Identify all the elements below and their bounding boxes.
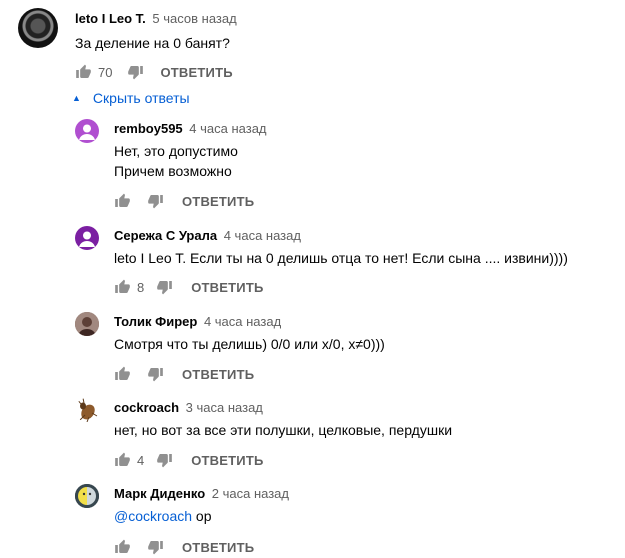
timestamp[interactable]: 4 часа назад [189,121,266,136]
author-name[interactable]: cockroach [114,400,179,415]
comment-text: @cockroach ор [114,506,212,526]
comment-actions: ОТВЕТИТЬ [114,191,254,211]
comment-header: Сережа С Урала 4 часа назад [114,227,301,245]
comment-actions: 70 ОТВЕТИТЬ [75,62,233,82]
thumb-down-icon[interactable] [147,366,164,382]
thumb-up-icon[interactable] [114,366,131,382]
author-name[interactable]: Сережа С Урала [114,228,217,243]
comment-text-line: Причем возможно [114,163,232,179]
thumb-down-icon[interactable] [156,279,173,295]
comment-text-line: leto I Leo T. Если ты на 0 делишь отца т… [114,250,568,266]
author-name[interactable]: Марк Диденко [114,486,205,501]
reply-button[interactable]: ОТВЕТИТЬ [191,280,263,295]
thumb-up-icon[interactable] [75,64,92,80]
avatar[interactable] [75,226,99,250]
avatar[interactable] [75,312,99,336]
comment-text-rest: ор [192,508,212,524]
reply-button[interactable]: ОТВЕТИТЬ [182,367,254,382]
comment-text-line: Смотря что ты делишь) 0/0 или x/0, x≠0))… [114,336,385,352]
thumb-up-icon[interactable] [114,193,131,209]
thumb-up-icon[interactable] [114,279,131,295]
avatar[interactable] [75,484,99,508]
thumb-down-icon[interactable] [147,193,164,209]
avatar[interactable] [75,398,99,422]
comment-text-line: нет, но вот за все эти полушки, целковые… [114,422,453,438]
thumb-up-icon[interactable] [114,452,131,468]
timestamp[interactable]: 2 часа назад [212,486,289,501]
timestamp[interactable]: 4 часа назад [204,314,281,329]
comment-actions: 8 ОТВЕТИТЬ [114,277,264,297]
comment-header: leto I Leo T. 5 часов назад [75,10,237,28]
thumb-down-icon[interactable] [156,452,173,468]
reply-comment: Толик Фирер 4 часа назад Смотря что ты д… [75,312,620,398]
thumb-down-icon[interactable] [147,539,164,555]
timestamp[interactable]: 3 часа назад [186,400,263,415]
comment-header: Марк Диденко 2 часа назад [114,485,289,503]
caret-up-icon: ▲ [72,93,81,103]
avatar[interactable] [75,119,99,143]
avatar[interactable] [18,8,58,48]
comment-header: remboy595 4 часа назад [114,120,267,138]
reply-comment: Сережа С Урала 4 часа назад leto I Leo T… [75,226,620,312]
author-name[interactable]: leto I Leo T. [75,11,146,26]
comment-actions: 4 ОТВЕТИТЬ [114,450,264,470]
reply-button[interactable]: ОТВЕТИТЬ [182,194,254,209]
mention-link[interactable]: @cockroach [114,508,192,524]
comment-header: Толик Фирер 4 часа назад [114,313,281,331]
comment-text: За деление на 0 банят? [75,35,230,51]
hide-replies-label: Скрыть ответы [92,90,190,106]
reply-comment: cockroach 3 часа назад нет, но вот за вс… [75,398,620,484]
author-name[interactable]: Толик Фирер [114,314,197,329]
hide-replies-button[interactable]: ▲ Скрыть ответы [72,90,190,106]
comment-header: cockroach 3 часа назад [114,399,263,417]
reply-button[interactable]: ОТВЕТИТЬ [182,540,254,555]
author-name[interactable]: remboy595 [114,121,183,136]
timestamp[interactable]: 5 часов назад [152,11,236,26]
timestamp[interactable]: 4 часа назад [224,228,301,243]
like-count: 8 [137,279,145,295]
reply-comment: remboy595 4 часа назад Нет, это допустим… [75,119,620,209]
reply-button[interactable]: ОТВЕТИТЬ [191,453,263,468]
like-count: 4 [137,452,145,468]
comment-text-line: Нет, это допустимо [114,143,238,159]
like-count: 70 [98,64,113,80]
thumb-down-icon[interactable] [127,64,144,80]
comment-actions: ОТВЕТИТЬ [114,537,254,557]
reply-button[interactable]: ОТВЕТИТЬ [160,65,232,80]
reply-comment: Марк Диденко 2 часа назад @cockroach ор … [75,484,620,558]
comment-actions: ОТВЕТИТЬ [114,364,254,384]
thumb-up-icon[interactable] [114,539,131,555]
